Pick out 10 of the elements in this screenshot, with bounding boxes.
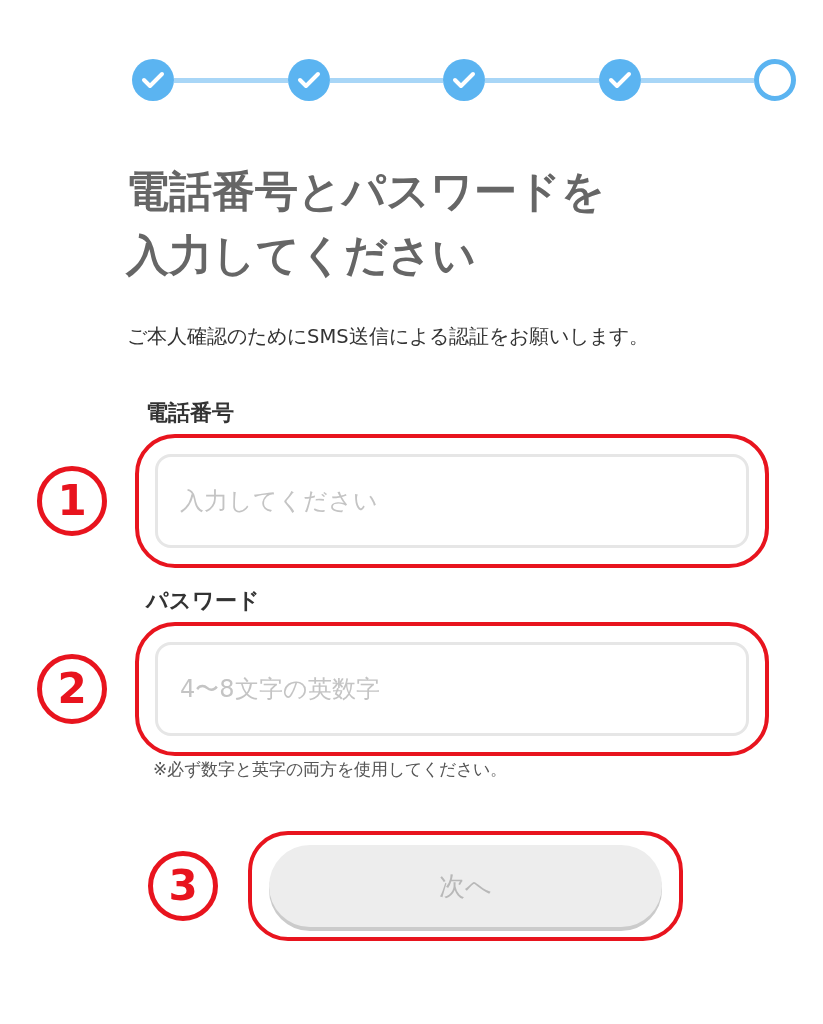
page-title: 電話番号とパスワードを入力してください <box>126 165 606 282</box>
field-label: パスワード <box>146 587 261 615</box>
input-field[interactable]: 入力してください <box>155 454 749 548</box>
annotation-number: 2 <box>37 654 107 724</box>
field-label: 電話番号 <box>146 399 235 427</box>
input-field[interactable]: 4〜8文字の英数字 <box>155 642 749 736</box>
annotation-number: 1 <box>37 466 107 536</box>
instruction-text: ご本人確認のためにSMS送信による認証をお願いします。 <box>127 324 650 350</box>
hint-text: ※必ず数字と英字の両方を使用してください。 <box>153 758 509 781</box>
annotation-number: 3 <box>148 851 218 921</box>
